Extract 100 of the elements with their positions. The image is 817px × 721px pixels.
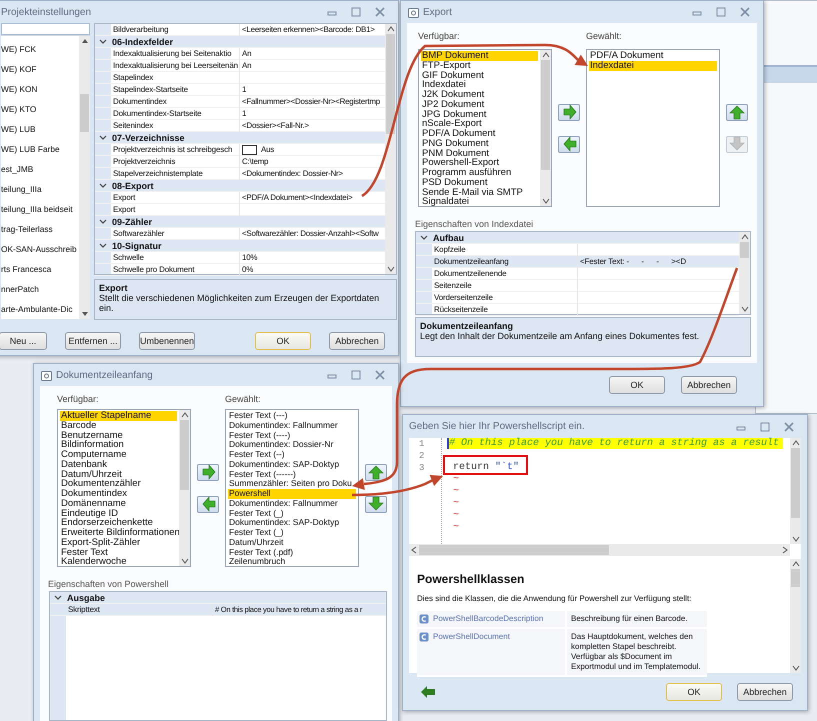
move-left-button[interactable] bbox=[558, 136, 580, 152]
list-item[interactable]: Eindeutige ID bbox=[60, 508, 177, 518]
list-item[interactable]: Dokumentenzähler bbox=[60, 479, 177, 489]
property-name[interactable]: Skripttext bbox=[66, 604, 213, 616]
dialog-button[interactable]: Abbrechen bbox=[329, 332, 385, 350]
list-item[interactable]: Endorserzeichenkette bbox=[60, 518, 177, 528]
collapse-icon[interactable] bbox=[99, 219, 107, 224]
project-item[interactable]: teilung_IIIa beidseit bbox=[1, 199, 79, 219]
list-item[interactable]: Dokumentindex: SAP-Doktyp bbox=[228, 460, 356, 470]
scrollbar[interactable] bbox=[790, 438, 801, 544]
list-item[interactable]: Erweiterte Bildinformationen bbox=[60, 528, 177, 538]
property-value[interactable]: An bbox=[240, 48, 385, 60]
property-value[interactable]: <Dossier><Fall-Nr.> bbox=[240, 120, 385, 132]
scroll-up-icon[interactable] bbox=[792, 440, 800, 446]
dialog-button[interactable]: Entfernen ... bbox=[65, 332, 121, 350]
move-right-button[interactable] bbox=[558, 104, 580, 120]
property-value[interactable]: <Fester Text: - - - ><D bbox=[578, 256, 739, 268]
list-item[interactable]: Zeilenumbruch bbox=[228, 557, 356, 567]
property-value[interactable]: C:\temp bbox=[240, 156, 385, 168]
list-item[interactable]: Benutzername bbox=[60, 430, 177, 440]
scroll-down-icon[interactable] bbox=[542, 198, 550, 204]
project-item[interactable]: teilung_IIIa bbox=[1, 179, 79, 199]
checkbox[interactable] bbox=[242, 144, 257, 154]
property-name[interactable]: Dokumentzeilenende bbox=[432, 268, 578, 280]
list-item[interactable]: Indexdatei bbox=[589, 60, 717, 70]
scrollbar[interactable] bbox=[540, 50, 551, 206]
class-link[interactable]: PowerShellBarcodeDescription bbox=[433, 614, 544, 623]
move-left-button[interactable] bbox=[197, 496, 219, 512]
property-name[interactable]: Schwelle bbox=[111, 252, 240, 264]
dialog-button[interactable]: Umbenennen bbox=[139, 332, 195, 350]
project-item[interactable]: WE) LUB bbox=[1, 119, 79, 139]
scroll-down-icon[interactable] bbox=[386, 266, 394, 272]
property-name[interactable]: Dokumentindex bbox=[111, 96, 240, 108]
scroll-thumb[interactable] bbox=[80, 94, 89, 132]
list-item[interactable]: Powershell-Export bbox=[421, 158, 538, 168]
maximize-icon[interactable] bbox=[715, 7, 727, 17]
scroll-down-icon[interactable] bbox=[792, 665, 800, 671]
list-item[interactable]: Aktueller Stapelname bbox=[60, 411, 177, 421]
scroll-up-icon[interactable] bbox=[542, 52, 550, 58]
list-item[interactable]: Dokumentindex: Fallnummer bbox=[228, 498, 356, 508]
code-editor[interactable]: 1 2 3 # On this place you have to return a string as a result return "`t" ~ ~ ~ ~ ~ bbox=[409, 438, 801, 556]
collapse-icon[interactable] bbox=[99, 183, 107, 188]
list-item[interactable]: Datum/Uhrzeit bbox=[60, 470, 177, 480]
property-value[interactable]: <Softwarezähler: Dossier-Anzahl><Softw bbox=[240, 228, 385, 240]
list-item[interactable]: Fester Text (_) bbox=[228, 508, 356, 518]
list-item[interactable]: Indexdatei bbox=[421, 80, 538, 90]
list-item[interactable]: Datenbank bbox=[60, 460, 177, 470]
list-item[interactable]: Summenzähler: Seiten pro Doku bbox=[228, 479, 356, 489]
project-item[interactable]: WE) KOF bbox=[1, 59, 79, 79]
property-name[interactable]: Dokumentzeileanfang bbox=[432, 256, 578, 268]
property-value[interactable]: 10% bbox=[240, 252, 385, 264]
list-item[interactable]: Fester Text (--) bbox=[228, 450, 356, 460]
scroll-down-icon[interactable] bbox=[80, 311, 88, 317]
maximize-icon[interactable] bbox=[350, 370, 362, 380]
project-item[interactable]: WE) FCK bbox=[1, 39, 79, 59]
project-item[interactable]: WE) KON bbox=[1, 79, 79, 99]
property-name[interactable]: Stapelindex-Startseite bbox=[111, 84, 240, 96]
scroll-thumb[interactable] bbox=[541, 60, 550, 170]
dialog-button[interactable]: Abbrechen bbox=[737, 683, 793, 701]
scroll-thumb[interactable] bbox=[386, 34, 395, 134]
property-value[interactable]: 0% bbox=[240, 264, 385, 276]
property-name[interactable]: Projektverzeichnis ist schreibgesch bbox=[111, 144, 240, 156]
move-up-button[interactable] bbox=[726, 104, 748, 120]
property-value[interactable]: <PDF/A Dokument><Indexdatei> bbox=[240, 192, 385, 204]
move-down-button[interactable] bbox=[365, 496, 387, 512]
project-item[interactable]: WE) LUB Farbe bbox=[1, 139, 79, 159]
scroll-down-icon[interactable] bbox=[740, 306, 748, 312]
scroll-thumb[interactable] bbox=[791, 569, 800, 587]
list-item[interactable]: Fester Text bbox=[60, 548, 177, 558]
scroll-up-icon[interactable] bbox=[180, 412, 188, 418]
list-item[interactable]: PNM Dokument bbox=[421, 148, 538, 158]
list-item[interactable]: Barcode bbox=[60, 420, 177, 430]
scrollbar[interactable] bbox=[739, 232, 750, 314]
list-item[interactable]: PSD Dokument bbox=[421, 178, 538, 188]
scroll-thumb[interactable] bbox=[419, 545, 609, 555]
property-name[interactable]: Dokumentindex-Startseite bbox=[111, 108, 240, 120]
property-value[interactable]: <Leerseiten erkennen><Barcode: DB1> bbox=[240, 24, 385, 36]
list-item[interactable]: Programm ausführen bbox=[421, 168, 538, 178]
scrollbar[interactable] bbox=[409, 544, 790, 556]
scroll-up-icon[interactable] bbox=[792, 561, 800, 567]
collapse-icon[interactable] bbox=[54, 595, 62, 600]
property-name[interactable]: Export bbox=[111, 192, 240, 204]
move-up-button[interactable] bbox=[365, 464, 387, 480]
property-value[interactable]: <Fallnummer><Dossier-Nr><Registertmp bbox=[240, 96, 385, 108]
list-item[interactable]: JPG Dokument bbox=[421, 110, 538, 120]
collapse-icon[interactable] bbox=[99, 135, 107, 140]
close-icon[interactable] bbox=[739, 7, 751, 17]
list-item[interactable]: Fester Text (.pdf) bbox=[228, 548, 356, 558]
scroll-up-icon[interactable] bbox=[740, 234, 748, 240]
list-item[interactable]: nScale-Export bbox=[421, 119, 538, 129]
scroll-down-icon[interactable] bbox=[180, 558, 188, 564]
search-field[interactable] bbox=[1, 23, 90, 35]
list-item[interactable]: Bildinformation bbox=[60, 440, 177, 450]
scroll-up-icon[interactable] bbox=[80, 38, 88, 44]
dialog-button[interactable]: OK bbox=[255, 332, 311, 350]
project-item[interactable]: arte-Ambulante-Dic bbox=[1, 299, 79, 319]
scrollbar[interactable] bbox=[790, 559, 801, 673]
scrollbar[interactable] bbox=[179, 410, 190, 566]
property-name[interactable]: Vorderseitenzeile bbox=[432, 292, 578, 304]
collapse-icon[interactable] bbox=[99, 243, 107, 248]
